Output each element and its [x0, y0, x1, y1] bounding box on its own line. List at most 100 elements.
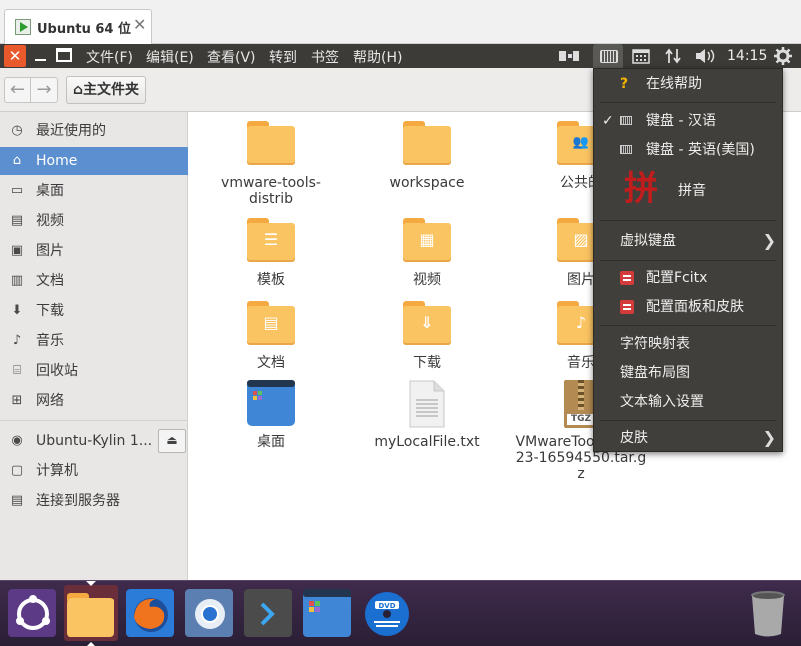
vm-play-icon — [15, 19, 31, 35]
sidebar-item-label: 文档 — [36, 273, 64, 289]
menu-item-skin[interactable]: 皮肤 ❯ — [594, 424, 782, 452]
sidebar-item-label: Ubuntu-Kylin 1... — [36, 433, 153, 449]
chevron-right-icon: ❯ — [762, 428, 776, 447]
file-label: 桌面 — [257, 434, 285, 450]
menu-separator — [600, 260, 776, 261]
home-icon: ⌂ — [12, 153, 22, 168]
desktop-folder-icon — [247, 380, 295, 426]
calendar-indicator-icon[interactable] — [632, 48, 650, 64]
file-item[interactable]: myLocalFile.txt — [367, 380, 487, 450]
vm-tab-close-icon[interactable]: ✕ — [133, 15, 146, 34]
vm-tab[interactable]: Ubuntu 64 位 ✕ — [4, 9, 152, 44]
back-button[interactable]: ← — [4, 77, 31, 103]
sidebar-item-connect-server[interactable]: ▤ 连接到服务器 — [0, 487, 188, 515]
menu-item-pinyin[interactable]: 拼音 — [594, 177, 782, 205]
file-item[interactable]: ▤ 文档 — [211, 301, 331, 371]
menu-view[interactable]: 查看(V) — [207, 47, 256, 67]
sidebar-item-label: 连接到服务器 — [36, 493, 120, 509]
sidebar-item-disc[interactable]: ◉ Ubuntu-Kylin 1... — [0, 427, 158, 455]
menu-item-charmap[interactable]: 字符映射表 — [594, 330, 782, 358]
menu-item-kbd-layout[interactable]: 键盘布局图 — [594, 359, 782, 387]
menu-item-text-input[interactable]: 文本输入设置 — [594, 388, 782, 416]
menu-go[interactable]: 转到 — [269, 47, 297, 67]
sidebar-item-trash[interactable]: ⌸ 回收站 — [0, 357, 188, 385]
menu-edit[interactable]: 编辑(E) — [146, 47, 194, 67]
menu-bookmarks[interactable]: 书签 — [311, 47, 339, 67]
sidebar-item-downloads[interactable]: ⬇ 下载 — [0, 297, 188, 325]
menu-help[interactable]: 帮助(H) — [353, 47, 402, 67]
menu-item-kbd-chinese[interactable]: ✓ 键盘 - 汉语 — [594, 107, 782, 135]
file-label: 模板 — [257, 272, 285, 288]
files-icon[interactable] — [66, 589, 114, 637]
keyboard-icon — [620, 116, 632, 125]
picture-icon: ▣ — [10, 243, 24, 258]
volume-icon[interactable] — [694, 48, 716, 64]
text-file-icon — [409, 380, 445, 428]
sidebar-item-music[interactable]: ♪ 音乐 — [0, 327, 188, 355]
file-item[interactable]: 桌面 — [211, 380, 331, 450]
menu-item-label: 键盘布局图 — [620, 365, 690, 381]
firefox-icon[interactable] — [126, 589, 174, 637]
sidebar-item-recent[interactable]: ◷ 最近使用的 — [0, 117, 188, 145]
window-close-button[interactable]: ✕ — [4, 45, 26, 67]
computer-icon: ▢ — [10, 463, 24, 478]
network-transfer-icon[interactable] — [664, 48, 682, 64]
file-label: 视频 — [413, 272, 441, 288]
vm-indicator-icon[interactable] — [558, 48, 580, 64]
trash-icon[interactable] — [748, 589, 788, 637]
sidebar-item-pictures[interactable]: ▣ 图片 — [0, 237, 188, 265]
sidebar-item-network[interactable]: ⊞ 网络 — [0, 387, 188, 415]
file-label: workspace — [389, 175, 465, 191]
launcher-bar: DVD — [0, 580, 801, 646]
menu-item-label: 文本输入设置 — [620, 394, 704, 410]
menu-item-kbd-english[interactable]: 键盘 - 英语(美国) — [594, 136, 782, 164]
menu-item-label: 虚拟键盘 — [620, 233, 676, 249]
trash-icon: ⌸ — [13, 363, 21, 378]
menu-item-online-help[interactable]: ? 在线帮助 — [594, 70, 782, 98]
sidebar-item-label: 最近使用的 — [36, 123, 106, 139]
sidebar-item-label: 桌面 — [36, 183, 64, 199]
sidebar-item-videos[interactable]: ▤ 视频 — [0, 207, 188, 235]
home-breadcrumb[interactable]: ⌂主文件夹 — [66, 76, 147, 104]
file-item[interactable]: ☰ 模板 — [211, 218, 331, 288]
gear-icon[interactable] — [774, 47, 792, 65]
forward-button[interactable]: → — [31, 77, 58, 103]
sidebar-item-desktop[interactable]: ▭ 桌面 — [0, 177, 188, 205]
file-item[interactable]: ⇓ 下载 — [367, 301, 487, 371]
sidebar-item-label: 下载 — [36, 303, 64, 319]
dvd-icon[interactable]: DVD — [362, 589, 410, 637]
sidebar-item-label: 音乐 — [36, 333, 64, 349]
running-indicator — [86, 581, 96, 586]
dash-icon[interactable] — [8, 589, 56, 637]
keyboard-icon — [620, 145, 632, 154]
eject-button[interactable]: ⏏ — [158, 429, 186, 453]
menu-item-config-panel[interactable]: 配置面板和皮肤 — [594, 293, 782, 321]
menu-item-label: 字符映射表 — [620, 336, 690, 352]
help-icon: ? — [620, 76, 629, 92]
menu-separator — [600, 325, 776, 326]
file-item[interactable]: vmware-tools-distrib — [211, 121, 331, 207]
window-minimize-button[interactable] — [32, 48, 48, 62]
sidebar-item-documents[interactable]: ▥ 文档 — [0, 267, 188, 295]
running-indicator — [86, 642, 96, 646]
chromium-icon[interactable] — [185, 589, 233, 637]
clock-label[interactable]: 14:15 — [727, 48, 767, 64]
menu-separator — [600, 420, 776, 421]
menu-file[interactable]: 文件(F) — [86, 47, 133, 67]
folder-icon — [247, 121, 295, 165]
file-label: 下载 — [413, 355, 441, 371]
file-item[interactable]: workspace — [367, 121, 487, 191]
folder-videos-icon: ▦ — [403, 218, 451, 262]
sidebar-item-home[interactable]: ⌂ Home — [0, 147, 188, 175]
menu-item-label: 键盘 - 汉语 — [646, 113, 716, 129]
file-item[interactable]: ▦ 视频 — [367, 218, 487, 288]
keyboard-indicator-icon[interactable] — [593, 44, 623, 68]
menu-item-virtual-keyboard[interactable]: 虚拟键盘 ❯ — [594, 227, 782, 255]
window-maximize-button[interactable] — [56, 48, 72, 62]
menu-item-config-fcitx[interactable]: 配置Fcitx — [594, 264, 782, 292]
sidebar-item-computer[interactable]: ▢ 计算机 — [0, 457, 188, 485]
home-icon: ⌂ — [73, 82, 84, 98]
terminal-icon[interactable] — [244, 589, 292, 637]
file-label: 文档 — [257, 355, 285, 371]
desktop-app-icon[interactable] — [303, 589, 351, 637]
